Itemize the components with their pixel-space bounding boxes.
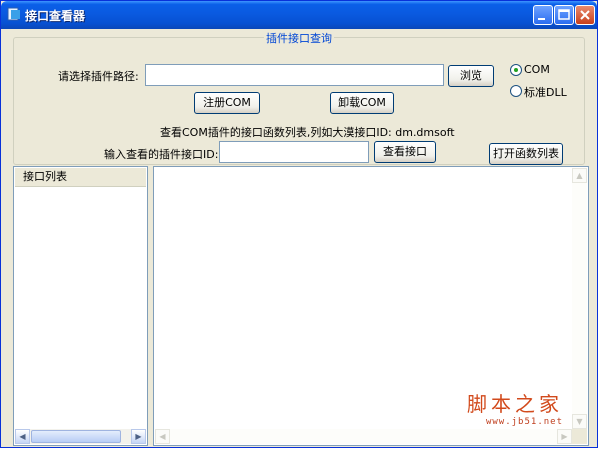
- view-interface-button[interactable]: 查看接口: [374, 141, 436, 163]
- selected-dot-icon: [514, 68, 518, 72]
- output-vertical-scrollbar[interactable]: ▲ ▼: [572, 168, 587, 429]
- window-title: 接口查看器: [25, 9, 86, 23]
- unregister-com-button[interactable]: 卸载COM: [330, 92, 394, 114]
- hint-text: 查看COM插件的接口函数列表,列如大漠接口ID: dm.dmsoft: [160, 126, 455, 139]
- scroll-down-icon[interactable]: ▼: [572, 414, 587, 429]
- watermark-url: www.jb51.net: [485, 417, 563, 427]
- minimize-button[interactable]: [533, 5, 553, 25]
- list-header[interactable]: 接口列表: [15, 168, 146, 187]
- com-radio[interactable]: [510, 64, 522, 76]
- scroll-right-icon[interactable]: ▶: [557, 429, 572, 444]
- close-icon: [580, 10, 590, 20]
- interface-id-input[interactable]: [219, 141, 369, 163]
- browse-button[interactable]: 浏览: [448, 65, 494, 87]
- scroll-up-icon[interactable]: ▲: [572, 168, 587, 183]
- dll-radio-label: 标准DLL: [524, 86, 567, 99]
- com-radio-label: COM: [524, 63, 550, 76]
- title-bar[interactable]: 接口查看器: [1, 1, 597, 29]
- maximize-button[interactable]: [554, 5, 574, 25]
- group-title: 插件接口查询: [264, 32, 334, 45]
- list-horizontal-scrollbar[interactable]: ◀ ▶: [15, 429, 146, 444]
- main-window: 接口查看器 插件接口查询 请选择插件路径: 浏览 COM 标准DLL 注册COM…: [0, 0, 598, 448]
- open-function-list-button[interactable]: 打开函数列表: [489, 143, 563, 165]
- maximize-icon: [558, 9, 570, 20]
- minimize-icon: [538, 18, 545, 20]
- output-horizontal-scrollbar[interactable]: ◀ ▶: [155, 429, 572, 444]
- interface-list[interactable]: 接口列表 ◀ ▶: [13, 166, 148, 446]
- scroll-left-icon[interactable]: ◀: [15, 429, 30, 444]
- app-icon: [7, 7, 20, 21]
- client-area: 插件接口查询 请选择插件路径: 浏览 COM 标准DLL 注册COM 卸载COM…: [5, 29, 593, 446]
- scroll-right-icon[interactable]: ▶: [131, 429, 146, 444]
- scroll-left-icon[interactable]: ◀: [155, 429, 170, 444]
- watermark-logo: 脚本之家: [467, 392, 563, 416]
- plugin-query-group: 插件接口查询 请选择插件路径: 浏览 COM 标准DLL 注册COM 卸载COM…: [13, 32, 585, 165]
- dll-radio[interactable]: [510, 85, 522, 97]
- scroll-thumb[interactable]: [31, 430, 121, 443]
- plugin-path-input[interactable]: [145, 64, 444, 86]
- path-label: 请选择插件路径:: [58, 70, 139, 83]
- scroll-corner: [572, 429, 587, 444]
- interface-id-label: 输入查看的插件接口ID:: [104, 148, 219, 161]
- close-button[interactable]: [575, 5, 595, 25]
- watermark: 脚本之家 www.jb51.net: [467, 388, 563, 427]
- register-com-button[interactable]: 注册COM: [194, 92, 260, 114]
